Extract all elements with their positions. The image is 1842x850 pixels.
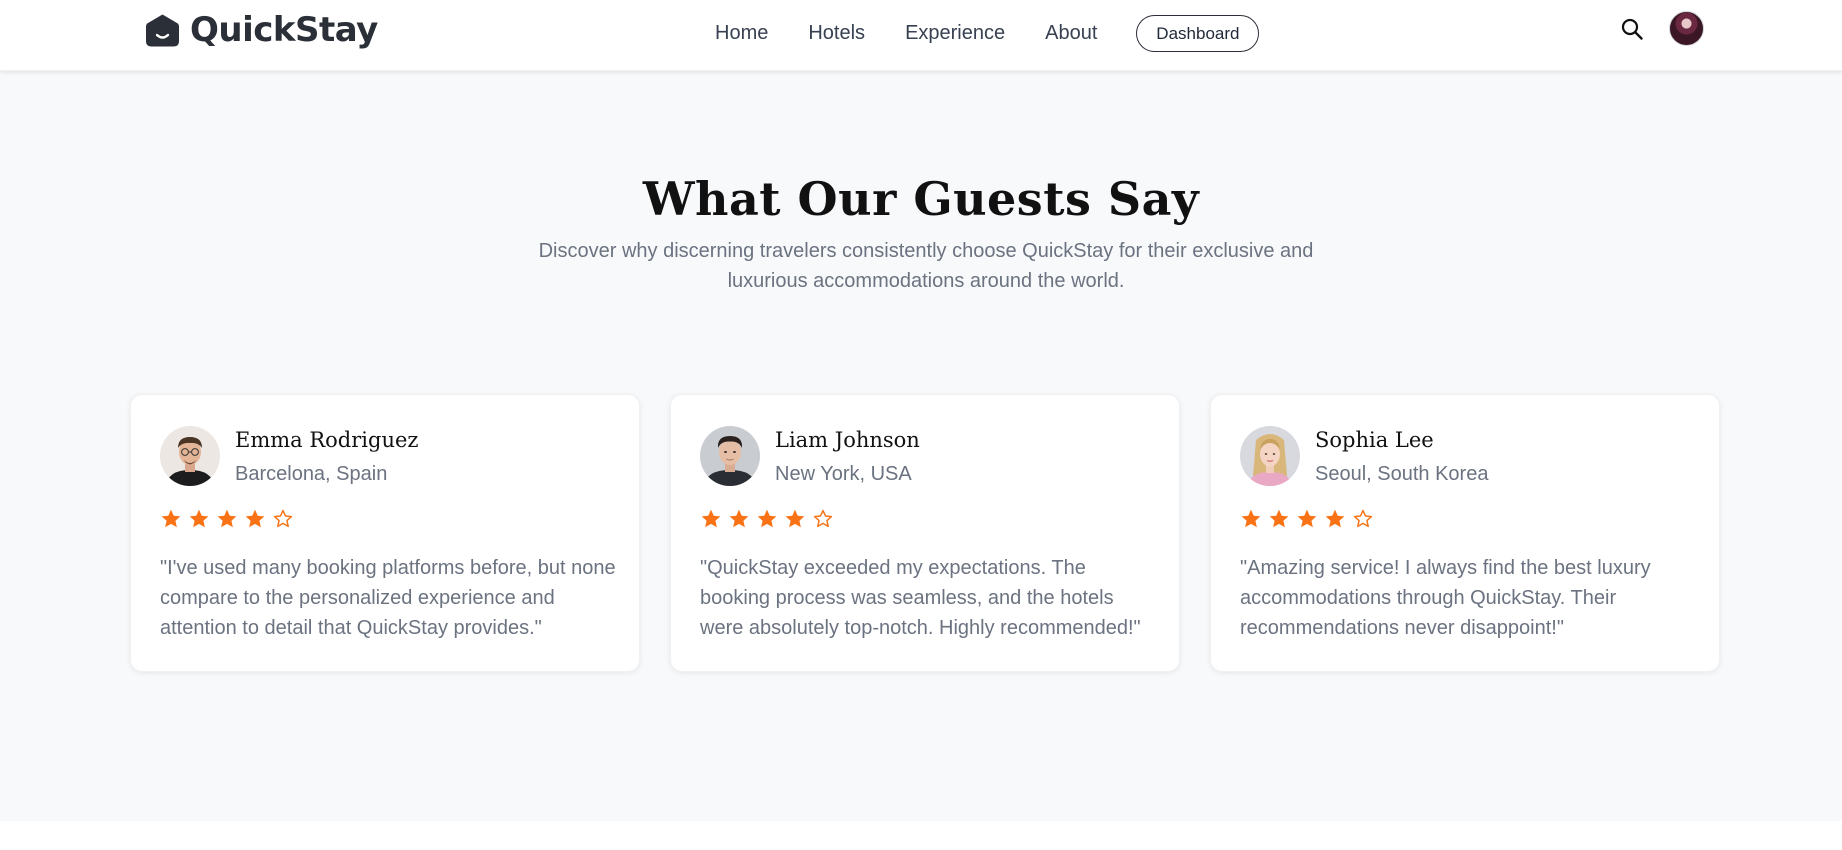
- star-rating: [1240, 508, 1374, 530]
- star-outline-icon: [273, 509, 293, 528]
- guest-name: Emma Rodriguez: [235, 428, 419, 452]
- testimonials-section: What Our Guests Say Discover why discern…: [0, 71, 1842, 821]
- top-navbar: QuickStay Home Hotels Experience About D…: [0, 0, 1842, 71]
- guest-location: Barcelona, Spain: [235, 463, 388, 485]
- user-avatar[interactable]: [1669, 11, 1704, 46]
- guest-avatar: [700, 426, 760, 486]
- brand-name: QuickStay: [190, 10, 378, 50]
- star-filled-icon: [245, 509, 265, 528]
- search-icon[interactable]: [1620, 17, 1644, 41]
- guest-avatar: [160, 426, 220, 486]
- star-filled-icon: [1269, 509, 1289, 528]
- testimonial-card: Sophia Lee Seoul, South Korea "Amazing s…: [1210, 394, 1720, 672]
- star-outline-icon: [813, 509, 833, 528]
- star-outline-icon: [1353, 509, 1373, 528]
- star-filled-icon: [785, 509, 805, 528]
- testimonial-list: Emma Rodriguez Barcelona, Spain "I've us…: [130, 394, 1720, 672]
- brand-logo[interactable]: QuickStay: [145, 10, 378, 50]
- star-rating: [160, 508, 294, 530]
- section-subtitle: Discover why discerning travelers consis…: [538, 240, 1314, 292]
- star-filled-icon: [1297, 509, 1317, 528]
- section-title: What Our Guests Say: [642, 172, 1200, 226]
- nav-link-about[interactable]: About: [1045, 19, 1097, 47]
- star-filled-icon: [1241, 509, 1261, 528]
- house-logo-icon: [146, 14, 179, 46]
- star-filled-icon: [1325, 509, 1345, 528]
- star-filled-icon: [161, 509, 181, 528]
- guest-name: Liam Johnson: [775, 428, 920, 452]
- guest-location: Seoul, South Korea: [1315, 463, 1489, 485]
- main-nav: Home Hotels Experience About Dashboard: [715, 14, 1260, 52]
- nav-link-hotels[interactable]: Hotels: [808, 19, 865, 47]
- guest-avatar: [1240, 426, 1300, 486]
- page-footer-gap: [0, 821, 1842, 850]
- testimonial-quote: "I've used many booking platforms before…: [160, 557, 616, 639]
- guest-location: New York, USA: [775, 463, 912, 485]
- testimonial-card: Liam Johnson New York, USA "QuickStay ex…: [670, 394, 1180, 672]
- dashboard-button[interactable]: Dashboard: [1136, 15, 1260, 52]
- star-rating: [700, 508, 834, 530]
- star-filled-icon: [757, 509, 777, 528]
- star-filled-icon: [189, 509, 209, 528]
- testimonial-card: Emma Rodriguez Barcelona, Spain "I've us…: [130, 394, 640, 672]
- star-filled-icon: [701, 509, 721, 528]
- nav-link-home[interactable]: Home: [715, 19, 768, 47]
- star-filled-icon: [729, 509, 749, 528]
- testimonial-quote: "Amazing service! I always find the best…: [1240, 557, 1651, 639]
- guest-name: Sophia Lee: [1315, 428, 1434, 452]
- nav-link-experience[interactable]: Experience: [905, 19, 1005, 47]
- star-filled-icon: [217, 509, 237, 528]
- testimonial-quote: "QuickStay exceeded my expectations. The…: [700, 557, 1141, 639]
